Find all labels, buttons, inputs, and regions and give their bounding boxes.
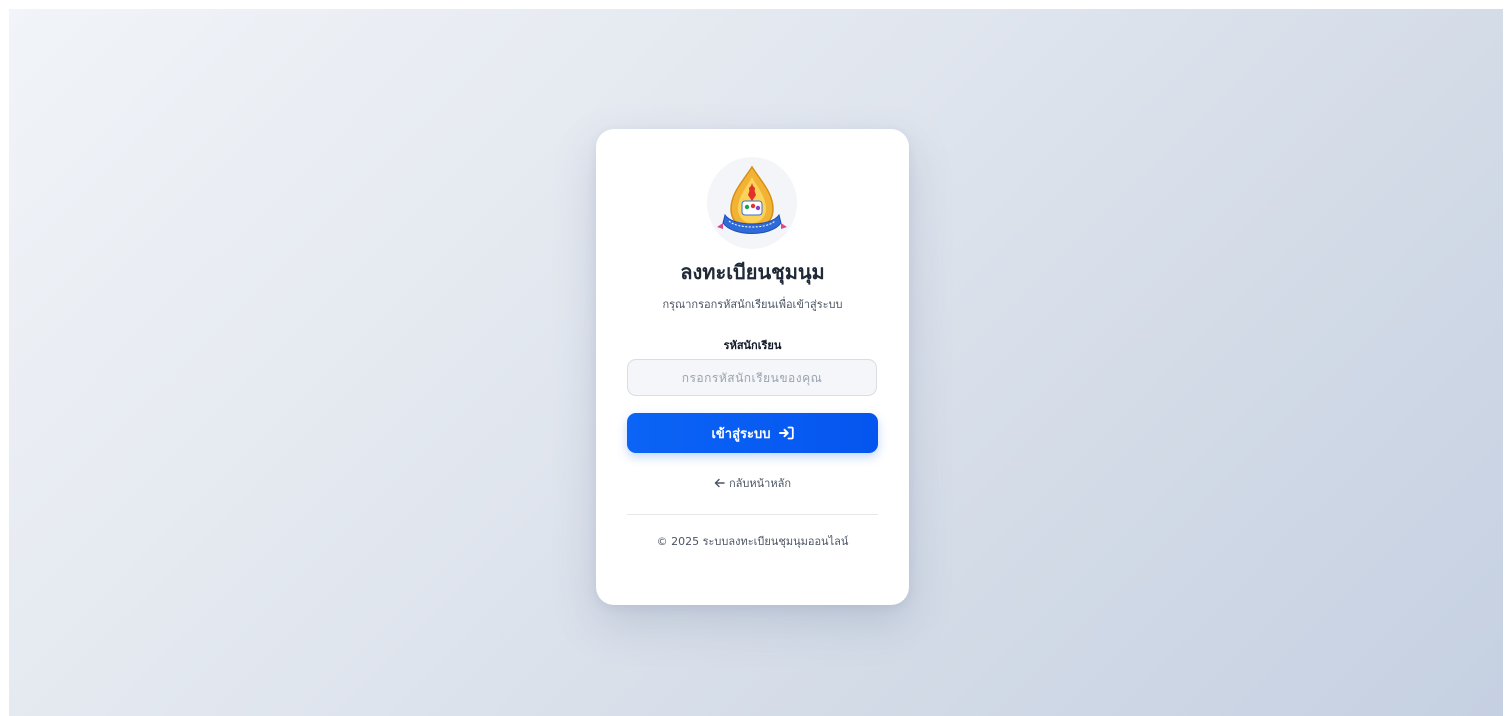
sign-in-icon — [778, 426, 794, 440]
page-background: ลงทะเบียนชุมนุม กรุณากรอกรหัสนักเรียนเพื… — [9, 9, 1503, 716]
footer-copyright: © 2025 ระบบลงทะเบียนชุมนุมออนไลน์ — [656, 535, 849, 548]
back-to-home-link[interactable]: กลับหน้าหลัก — [596, 474, 909, 492]
card-divider — [627, 514, 878, 515]
school-logo — [707, 157, 797, 249]
student-id-input[interactable] — [627, 359, 877, 396]
page-title: ลงทะเบียนชุมนุม — [680, 260, 825, 284]
login-card: ลงทะเบียนชุมนุม กรุณากรอกรหัสนักเรียนเพื… — [596, 129, 909, 605]
back-link-label: กลับหน้าหลัก — [729, 477, 791, 490]
student-id-label: รหัสนักเรียน — [723, 339, 782, 352]
page-subtitle: กรุณากรอกรหัสนักเรียนเพื่อเข้าสู่ระบบ — [662, 298, 843, 311]
login-button[interactable]: เข้าสู่ระบบ — [627, 413, 878, 453]
arrow-left-icon — [714, 478, 725, 488]
login-button-label: เข้าสู่ระบบ — [711, 426, 771, 442]
